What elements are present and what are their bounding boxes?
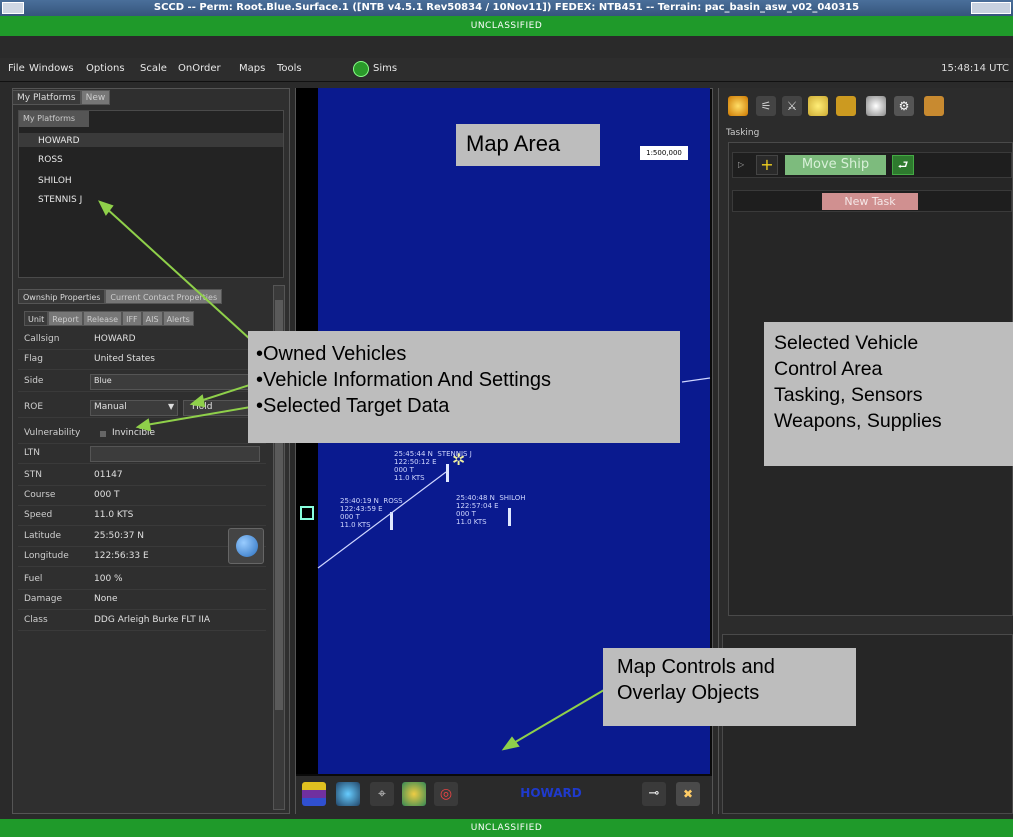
owned-vehicles-callout: •Owned Vehicles •Vehicle Information And… [248,331,680,443]
track-line-east [681,377,711,383]
map-area-callout: Map Area [456,124,600,166]
map-controls-callout: Map Controls and Overlay Objects [603,648,856,726]
callout-line: •Owned Vehicles [256,343,407,365]
arrow-to-map-controls [511,689,605,745]
callout-line: Map Controls and [617,656,775,678]
control-area-callout: Selected Vehicle Control Area Tasking, S… [764,322,1013,466]
arrow-to-target [145,404,263,426]
callout-line: •Vehicle Information And Settings [256,369,551,391]
arrowhead-icon [135,418,152,432]
arrowhead-icon [189,394,206,408]
callout-line: Tasking, Sensors [774,384,923,406]
callout-line: Overlay Objects [617,682,760,704]
callout-line: •Selected Target Data [256,395,450,417]
callout-line: Weapons, Supplies [774,410,942,432]
arrow-to-platforms [105,207,263,351]
track-line [317,471,447,569]
callout-line: Control Area [774,358,883,380]
callout-line: Selected Vehicle [774,332,919,354]
arrowhead-icon [501,736,520,751]
